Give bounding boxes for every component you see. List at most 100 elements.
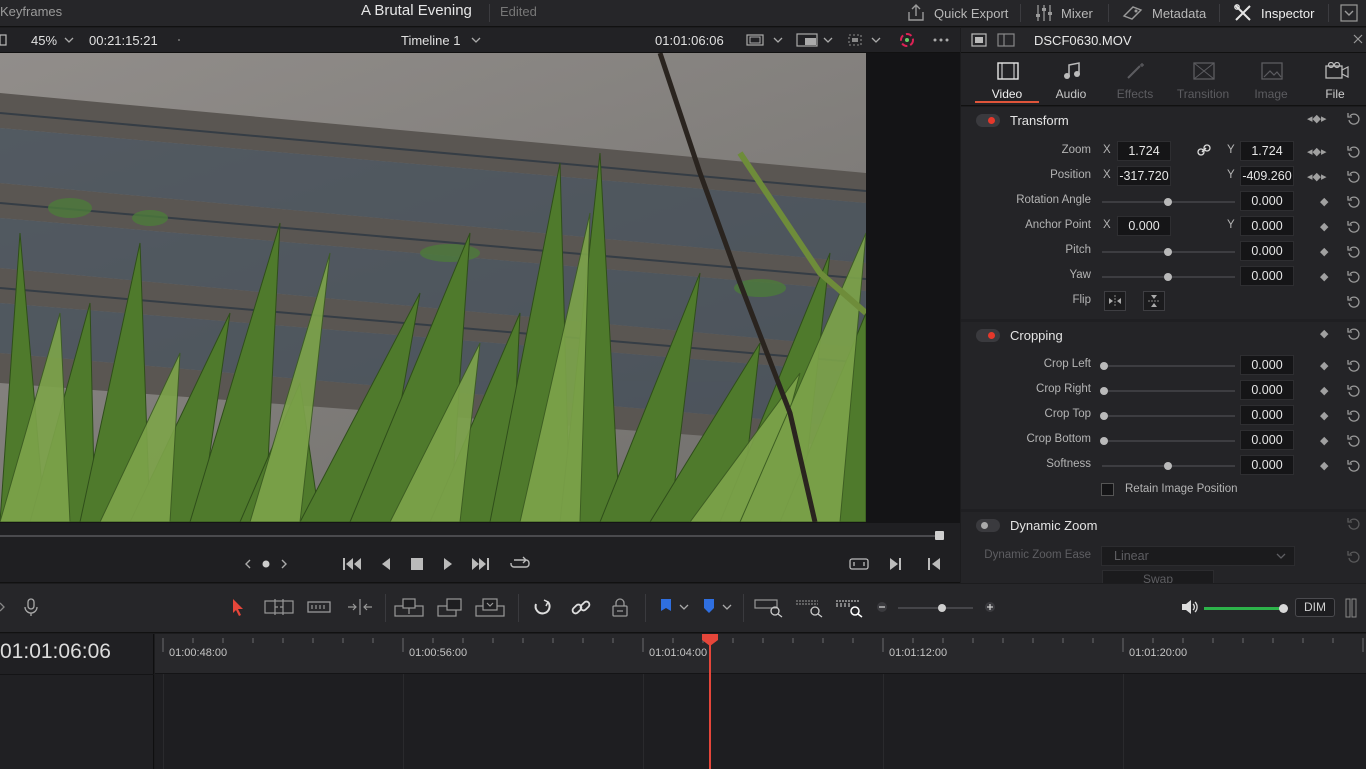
dynamic-trim-icon[interactable] [307, 598, 331, 619]
go-to-end-icon[interactable] [471, 556, 491, 575]
slider-knob[interactable] [1164, 462, 1172, 470]
keyframe-icon[interactable]: ◆ [1320, 434, 1328, 447]
keyframe-icon[interactable]: ◆ [1320, 459, 1328, 472]
selection-pointer-icon[interactable] [231, 598, 245, 619]
position-y-field[interactable]: -409.260 [1240, 166, 1294, 186]
crop-bottom-slider[interactable] [1100, 437, 1235, 445]
overwrite-clip-icon[interactable] [437, 598, 463, 621]
slider-knob[interactable] [1100, 362, 1108, 370]
snapping-icon[interactable] [532, 598, 552, 621]
replace-clip-icon[interactable] [475, 598, 505, 621]
yaw-slider[interactable] [1102, 273, 1235, 281]
timeline-ruler[interactable]: 01:00:48:00 01:00:56:00 01:01:04:00 01:0… [155, 634, 1366, 674]
swap-button[interactable]: Swap [1102, 570, 1214, 583]
timeline-area[interactable]: 01:00:48:00 01:00:56:00 01:01:04:00 01:0… [155, 634, 1366, 769]
quick-export-button[interactable]: Quick Export [906, 0, 1008, 26]
flip-horizontal-icon[interactable] [1104, 291, 1126, 311]
tab-video[interactable]: Video [975, 53, 1039, 105]
flag-icon[interactable] [660, 598, 672, 619]
reset-icon[interactable] [1347, 170, 1361, 187]
keyframe-icon[interactable]: ◆ [1320, 195, 1328, 208]
microphone-icon[interactable] [22, 598, 42, 619]
slider-knob[interactable] [938, 604, 946, 612]
playhead-handle-icon[interactable] [702, 634, 718, 646]
chevron-down-icon[interactable] [871, 32, 881, 51]
output-icon[interactable] [796, 32, 818, 51]
trim-edit-icon[interactable] [264, 598, 294, 619]
softness-field[interactable]: 0.000 [1240, 455, 1294, 475]
link-icon[interactable] [1197, 143, 1211, 160]
anchor-y-field[interactable]: 0.000 [1240, 216, 1294, 236]
tab-audio[interactable]: Audio [1039, 53, 1103, 105]
zoom-detail-icon[interactable] [795, 598, 825, 621]
reset-icon[interactable] [1347, 327, 1361, 344]
insert-clip-icon[interactable] [394, 598, 424, 621]
keyframe-icon[interactable]: ◆ [1320, 245, 1328, 258]
chevron-down-icon[interactable] [64, 32, 74, 51]
zoom-level[interactable]: 45% [31, 33, 57, 48]
zoom-y-field[interactable]: 1.724 [1240, 141, 1294, 161]
match-frame-icon[interactable] [848, 556, 870, 575]
reset-icon[interactable] [1347, 220, 1361, 237]
timeline-zoom-slider[interactable] [898, 604, 973, 612]
slider-knob[interactable] [1100, 412, 1108, 420]
stop-icon[interactable] [410, 556, 424, 575]
reset-icon[interactable] [1347, 517, 1361, 534]
keyframe-icon[interactable]: ◆ [1320, 270, 1328, 283]
chevron-down-icon[interactable] [722, 598, 732, 619]
crop-right-field[interactable]: 0.000 [1240, 380, 1294, 400]
thumbnail-icon[interactable] [971, 33, 987, 50]
rotation-slider[interactable] [1102, 198, 1235, 206]
transform-toggle[interactable] [976, 114, 1000, 127]
slider-knob[interactable] [1100, 437, 1108, 445]
keyframe-nav-icon[interactable]: ◂◆▸ [1307, 145, 1327, 158]
blade-icon[interactable] [346, 598, 374, 619]
viewer-scrubber[interactable] [0, 523, 960, 547]
crop-top-field[interactable]: 0.000 [1240, 405, 1294, 425]
reset-icon[interactable] [1347, 145, 1361, 162]
retain-position-checkbox[interactable] [1101, 483, 1114, 496]
prev-edit-icon[interactable] [926, 556, 942, 575]
zoom-out-icon[interactable] [876, 598, 888, 619]
transform-header[interactable]: Transform ◂◆▸ [961, 107, 1366, 133]
slider-knob[interactable] [1279, 604, 1288, 613]
reset-icon[interactable] [1347, 359, 1361, 376]
keyframe-icon[interactable]: ◆ [1320, 384, 1328, 397]
tab-effects[interactable]: Effects [1103, 53, 1167, 105]
linked-selection-icon[interactable] [571, 598, 591, 621]
crop-top-slider[interactable] [1100, 412, 1235, 420]
crop-left-field[interactable]: 0.000 [1240, 355, 1294, 375]
reset-icon[interactable] [1347, 409, 1361, 426]
reset-icon[interactable] [1347, 384, 1361, 401]
keyframe-nav-icon[interactable]: ◂◆▸ [1307, 170, 1327, 183]
cropping-header[interactable]: Cropping ◆ [961, 322, 1366, 348]
keyframe-nav-icon[interactable]: ◂◆▸ [1307, 112, 1327, 125]
split-view-icon[interactable] [997, 33, 1015, 50]
chevron-down-icon[interactable] [679, 598, 689, 619]
speaker-icon[interactable] [1180, 598, 1198, 619]
source-timecode[interactable]: 00:21:15:21 [89, 33, 158, 48]
slider-knob[interactable] [1100, 387, 1108, 395]
tab-image[interactable]: Image [1239, 53, 1303, 105]
dim-button[interactable]: DIM [1295, 598, 1335, 617]
jog-control[interactable] [244, 556, 288, 575]
reset-icon[interactable] [1347, 295, 1361, 312]
zoom-x-field[interactable]: 1.724 [1117, 141, 1171, 161]
reset-icon[interactable] [1347, 245, 1361, 262]
crop-left-slider[interactable] [1100, 362, 1235, 370]
reset-icon[interactable] [1347, 459, 1361, 476]
zoom-custom-icon[interactable] [835, 598, 865, 621]
meter-icon[interactable] [1344, 598, 1358, 621]
keyframe-icon[interactable]: ◆ [1320, 359, 1328, 372]
zoom-in-icon[interactable] [984, 598, 996, 619]
viewer-size-icon[interactable] [746, 32, 764, 51]
play-icon[interactable] [442, 556, 454, 575]
play-reverse-icon[interactable] [380, 556, 392, 575]
slider-knob[interactable] [1164, 273, 1172, 281]
metadata-button[interactable]: Metadata [1122, 0, 1206, 26]
reset-icon[interactable] [1347, 195, 1361, 212]
dynamic-zoom-toggle[interactable] [976, 519, 1000, 532]
softness-slider[interactable] [1102, 462, 1235, 470]
chevron-down-icon[interactable] [773, 32, 783, 51]
tab-file[interactable]: File [1303, 53, 1366, 105]
